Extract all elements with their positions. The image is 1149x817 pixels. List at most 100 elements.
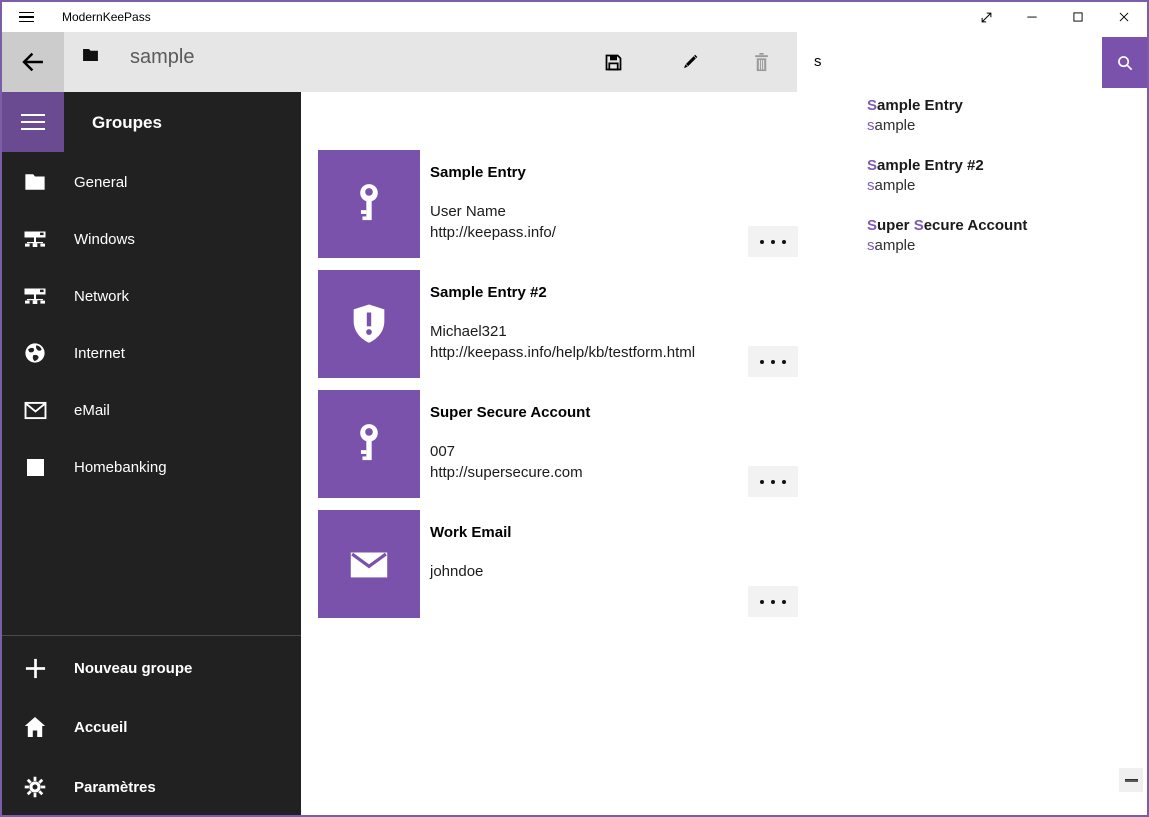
plus-icon — [22, 657, 48, 680]
title-menu-button[interactable] — [2, 2, 50, 32]
more-options-button[interactable] — [748, 226, 798, 257]
entry-url: http://keepass.info/ — [430, 223, 556, 244]
entry-row[interactable]: Work Email johndoe — [318, 510, 813, 618]
entry-title: Sample Entry #2 — [430, 283, 547, 303]
entry-details: Michael321 http://keepass.info/help/kb/t… — [430, 322, 695, 363]
sidebar-item-label: General — [74, 174, 127, 191]
search-suggestion-item[interactable]: Sample Entry sample — [799, 96, 1147, 156]
ellipsis-icon — [760, 240, 764, 244]
more-options-button[interactable] — [748, 586, 798, 617]
sidebar-item-label: Accueil — [74, 719, 127, 736]
network-icon — [22, 230, 48, 248]
minimize-button[interactable] — [1009, 2, 1055, 32]
sidebar-item-label: Network — [74, 288, 129, 305]
database-title: sample — [130, 46, 194, 69]
edit-button[interactable] — [667, 32, 713, 92]
sidebar-item-label: Homebanking — [74, 459, 167, 476]
entry-row[interactable]: Sample Entry User Name http://keepass.in… — [318, 150, 813, 258]
edit-pencil-icon — [680, 52, 700, 72]
save-icon — [603, 52, 624, 73]
search-bar — [799, 32, 1147, 90]
back-arrow-icon — [19, 48, 47, 76]
delete-button[interactable] — [738, 32, 784, 92]
gear-icon — [22, 776, 48, 798]
sidebar-item-label: Internet — [74, 345, 125, 362]
entry-url: http://supersecure.com — [430, 463, 583, 484]
sidebar-item-general[interactable]: General — [2, 154, 301, 210]
suggestion-title: Super Secure Account — [867, 216, 1147, 236]
sidebar: Groupes General Windows Network Internet — [2, 92, 301, 815]
sidebar-item-settings[interactable]: Paramètres — [2, 759, 301, 815]
entry-tile — [318, 150, 420, 258]
sidebar-item-home[interactable]: Accueil — [2, 699, 301, 755]
nav-menu-button[interactable] — [2, 92, 64, 152]
suggestion-title: Sample Entry #2 — [867, 156, 1147, 176]
sidebar-item-label: Nouveau groupe — [74, 660, 192, 677]
more-options-button[interactable] — [748, 466, 798, 497]
entry-username: johndoe — [430, 562, 483, 583]
close-icon — [1117, 10, 1131, 24]
sidebar-item-label: Windows — [74, 231, 135, 248]
entry-tile — [318, 390, 420, 498]
suggestion-subtitle: sample — [867, 236, 1147, 256]
app-command-bar: sample — [2, 32, 797, 92]
save-button[interactable] — [590, 32, 636, 92]
window-controls — [963, 2, 1147, 32]
search-suggestion-item[interactable]: Sample Entry #2 sample — [799, 156, 1147, 216]
zoom-out-button[interactable] — [1119, 768, 1143, 792]
delete-trash-icon — [752, 52, 771, 73]
entry-details: User Name http://keepass.info/ — [430, 202, 556, 243]
search-button[interactable] — [1102, 37, 1147, 88]
folder-icon — [22, 173, 48, 191]
network-icon — [22, 287, 48, 305]
search-input[interactable] — [799, 32, 1102, 90]
sidebar-item-internet[interactable]: Internet — [2, 325, 301, 381]
back-button[interactable] — [2, 32, 64, 92]
shield-alert-icon — [346, 301, 392, 347]
sidebar-item-homebanking[interactable]: Homebanking — [2, 439, 301, 495]
maximize-button[interactable] — [1055, 2, 1101, 32]
minus-icon — [1125, 779, 1138, 782]
ellipsis-icon — [760, 480, 764, 484]
entry-tile — [318, 270, 420, 378]
envelope-icon — [22, 401, 48, 420]
app-window: ModernKeePass sample — [0, 0, 1149, 817]
entry-title: Work Email — [430, 523, 511, 543]
entry-title: Sample Entry — [430, 163, 526, 183]
square-icon — [22, 459, 48, 476]
ellipsis-icon — [760, 600, 764, 604]
fullscreen-icon — [979, 10, 994, 25]
close-button[interactable] — [1101, 2, 1147, 32]
hamburger-icon — [19, 12, 34, 23]
key-icon — [346, 181, 392, 227]
entry-details: 007 http://supersecure.com — [430, 442, 583, 483]
suggestion-title: Sample Entry — [867, 96, 1147, 116]
entry-tile — [318, 510, 420, 618]
search-icon — [1115, 53, 1135, 73]
hamburger-icon — [21, 114, 45, 131]
suggestion-subtitle: sample — [867, 176, 1147, 196]
sidebar-item-email[interactable]: eMail — [2, 382, 301, 438]
search-suggestion-item[interactable]: Super Secure Account sample — [799, 216, 1147, 276]
groups-header: Groupes — [92, 110, 162, 136]
more-options-button[interactable] — [748, 346, 798, 377]
sidebar-item-label: Paramètres — [74, 779, 156, 796]
sidebar-item-new-group[interactable]: Nouveau groupe — [2, 640, 301, 696]
entry-title: Super Secure Account — [430, 403, 590, 423]
entry-url: http://keepass.info/help/kb/testform.htm… — [430, 343, 695, 364]
entry-username: Michael321 — [430, 322, 695, 343]
sidebar-divider — [2, 635, 301, 636]
home-icon — [22, 716, 48, 738]
minimize-icon — [1025, 10, 1039, 24]
entry-row[interactable]: Sample Entry #2 Michael321 http://keepas… — [318, 270, 813, 378]
entry-row[interactable]: Super Secure Account 007 http://supersec… — [318, 390, 813, 498]
maximize-icon — [1071, 10, 1085, 24]
entry-username: 007 — [430, 442, 583, 463]
entry-username: User Name — [430, 202, 556, 223]
sidebar-item-windows[interactable]: Windows — [2, 211, 301, 267]
suggestion-subtitle: sample — [867, 116, 1147, 136]
sidebar-item-network[interactable]: Network — [2, 268, 301, 324]
key-icon — [346, 421, 392, 467]
fullscreen-button[interactable] — [963, 2, 1009, 32]
entry-details: johndoe — [430, 562, 483, 583]
